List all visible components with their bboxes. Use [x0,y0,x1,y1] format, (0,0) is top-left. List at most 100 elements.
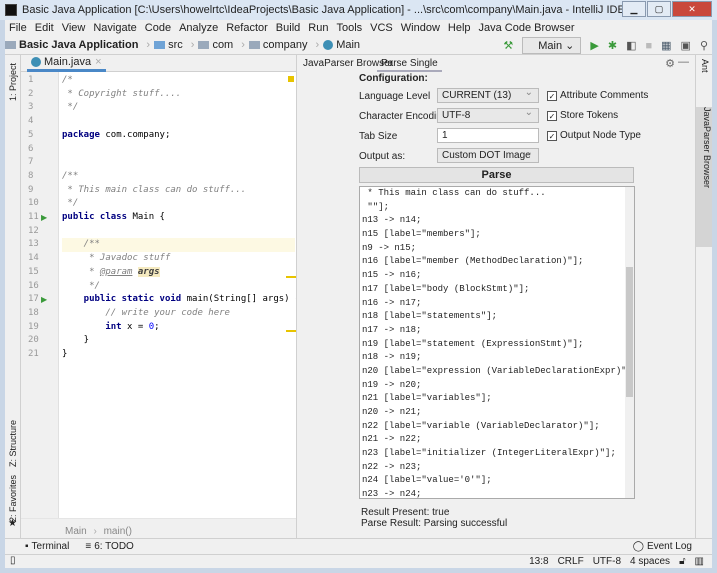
run-icon[interactable]: ▶ [590,39,598,52]
line-number: 14 [28,253,39,264]
line-number: 12 [28,225,39,236]
hide-icon[interactable]: — [678,56,689,68]
menu-java-code-browser[interactable]: Java Code Browser [479,22,575,34]
output-line: n15 [label="members"]; [362,229,481,240]
line-number: 7 [28,157,34,168]
tab-parse-single[interactable]: Parse Single [377,55,442,72]
code-line: /* [62,74,295,88]
run-config-dropdown[interactable]: Main ⌄ [522,37,582,54]
close-tab-icon[interactable]: × [95,56,101,68]
warning-marker[interactable] [286,276,296,278]
crumb-company[interactable]: company [248,39,308,51]
close-button[interactable]: ✕ [672,1,712,17]
menu-tools[interactable]: Tools [336,22,362,34]
run-gutter-icon[interactable]: ▶ [41,295,47,304]
project-tool-button[interactable]: 1: Project [8,63,18,101]
line-number: 16 [28,280,39,291]
menu-bar: File Edit View Navigate Code Analyze Ref… [5,20,712,36]
crumb-project[interactable]: Basic Java Application [5,39,138,51]
line-separator[interactable]: CRLF [558,556,584,567]
caret-position[interactable]: 13:8 [529,556,548,567]
indent-setting[interactable]: 4 spaces [630,556,670,567]
project-structure-icon[interactable]: ▦ [661,39,671,52]
scrollbar-thumb[interactable] [626,267,633,397]
line-number: 8 [28,170,34,181]
code-token: } [62,349,68,359]
code-line: } [62,348,295,362]
favorites-tool-button[interactable]: 2: Favorites [8,475,18,522]
output-line: n18 -> n19; [362,352,422,363]
output-text-area[interactable]: * This main class can do stuff... ""]; n1… [359,186,635,499]
menu-code[interactable]: Code [145,22,171,34]
build-hammer-icon[interactable]: ⚒ [503,39,513,52]
stop-icon[interactable]: ■ [645,40,652,52]
output-line: n20 -> n21; [362,407,422,417]
terminal-tool-button[interactable]: Terminal [32,541,70,552]
crumb-method[interactable]: main() [104,526,132,537]
code-token: package [62,129,100,140]
todo-tool-button[interactable]: 6: TODO [94,541,134,552]
attribute-comments-checkbox[interactable]: ✓ Attribute Comments [547,90,648,101]
ant-tool-button[interactable]: Ant [700,59,710,73]
search-icon[interactable]: ⚲ [700,39,708,52]
class-icon [323,40,334,50]
menu-view[interactable]: View [62,22,86,34]
debug-icon[interactable]: ✱ [608,39,617,52]
file-encoding[interactable]: UTF-8 [593,556,621,567]
crumb-main[interactable]: Main [323,39,360,51]
menu-help[interactable]: Help [448,22,471,34]
output-as-select[interactable]: Custom DOT Image [437,147,539,163]
crumb-src[interactable]: src [154,39,183,51]
parse-button[interactable]: Parse [359,167,634,183]
code-token: * This main class can do stuff... [62,184,247,195]
output-node-type-checkbox[interactable]: ✓ Output Node Type [547,130,641,141]
line-number: 10 [28,198,39,209]
menu-edit[interactable]: Edit [35,22,54,34]
intellij-logo-icon [5,4,17,16]
gear-icon[interactable]: ⚙ [665,57,675,70]
menu-window[interactable]: Window [401,22,440,34]
menu-vcs[interactable]: VCS [370,22,393,34]
code-token: * Copyright stuff.... [62,88,182,99]
structure-tool-button[interactable]: Z: Structure [8,420,18,467]
scrollbar[interactable] [625,187,634,498]
line-number: 1 [28,75,34,85]
coverage-icon[interactable]: ◧ [626,39,636,52]
code-editor[interactable]: 1 2 3 4 5 6 7 8 9 10 11 ▶ 12 13 14 15 16 17 ▶ 18 19 20 21 /* *… [21,72,300,518]
menu-refactor[interactable]: Refactor [226,22,268,34]
warning-marker[interactable] [286,330,296,332]
store-tokens-checkbox[interactable]: ✓ Store Tokens [547,110,618,121]
line-number: 3 [28,102,34,113]
lock-icon[interactable]: 🔓︎ [679,556,685,567]
javaparser-browser-tool-button[interactable]: JavaParser Browser [696,107,712,247]
menu-navigate[interactable]: Navigate [93,22,136,34]
run-gutter-icon[interactable]: ▶ [41,213,47,222]
menu-analyze[interactable]: Analyze [179,22,218,34]
tab-main-java[interactable]: Main.java × [27,55,106,72]
memory-icon[interactable]: ▥ [695,556,704,567]
code-line: * @param args [62,266,295,280]
event-log-button[interactable]: Event Log [647,541,692,552]
output-line: n9 -> n15; [362,242,417,253]
title-bar: Basic Java Application [C:\Users\howelrt… [0,0,717,20]
minimize-button[interactable]: ▁ [622,1,646,17]
crumb-class[interactable]: Main [65,526,87,537]
maximize-button[interactable]: ▢ [647,1,671,17]
toggle-tool-windows-icon[interactable]: ▯ [10,555,16,566]
inspection-status-icon[interactable] [288,76,294,82]
output-line: n18 [label="statements"]; [362,311,498,322]
language-level-select[interactable]: CURRENT (13) [437,87,539,103]
menu-run[interactable]: Run [308,22,328,34]
menu-file[interactable]: File [9,22,27,34]
terminal-layout-icon[interactable]: ▣ [681,39,691,52]
encoding-select[interactable]: UTF-8 [437,107,539,123]
menu-build[interactable]: Build [276,22,300,34]
crumb-com[interactable]: com [198,39,233,51]
code-token: ; [154,321,160,332]
code-token: /* [62,75,73,85]
tab-size-input[interactable]: 1 [437,128,539,143]
output-line: n19 -> n20; [362,379,422,390]
line-number: 13 [28,239,39,250]
code-token: */ [62,102,79,113]
